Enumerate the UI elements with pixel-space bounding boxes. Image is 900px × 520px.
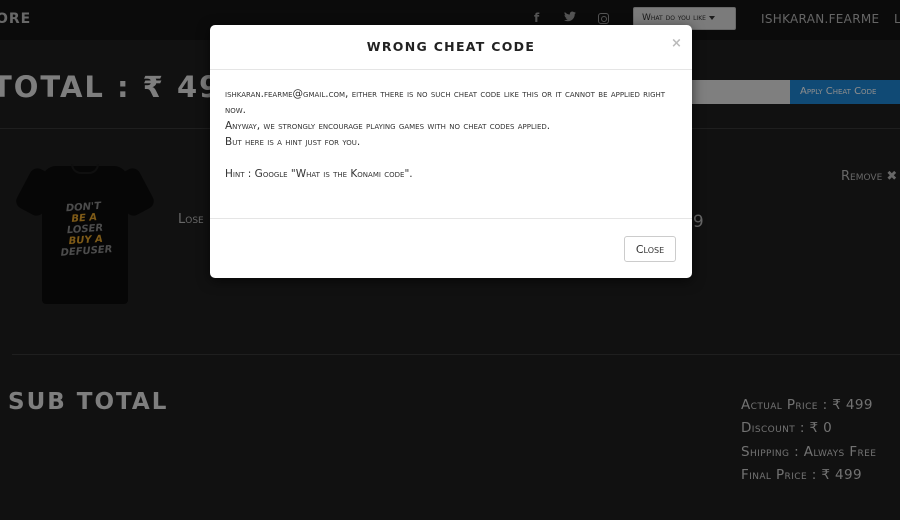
close-button[interactable]: Close (624, 236, 676, 262)
modal-message: ishkaran.fearme@gmail.com, either there … (225, 88, 666, 116)
wrong-cheat-code-modal: WRONG CHEAT CODE × ishkaran.fearme@gmail… (210, 25, 692, 278)
close-icon[interactable]: × (671, 36, 682, 51)
modal-footer: Close (210, 218, 692, 278)
modal-header: WRONG CHEAT CODE × (210, 25, 692, 70)
modal-body: ishkaran.fearme@gmail.com, either there … (225, 86, 685, 182)
modal-message: But here is a hint just for you. (225, 136, 361, 148)
modal-title: WRONG CHEAT CODE (366, 39, 536, 54)
modal-message: Anyway, we strongly encourage playing ga… (225, 120, 551, 132)
modal-hint: Hint : Google "What is the Konami code". (225, 168, 413, 180)
